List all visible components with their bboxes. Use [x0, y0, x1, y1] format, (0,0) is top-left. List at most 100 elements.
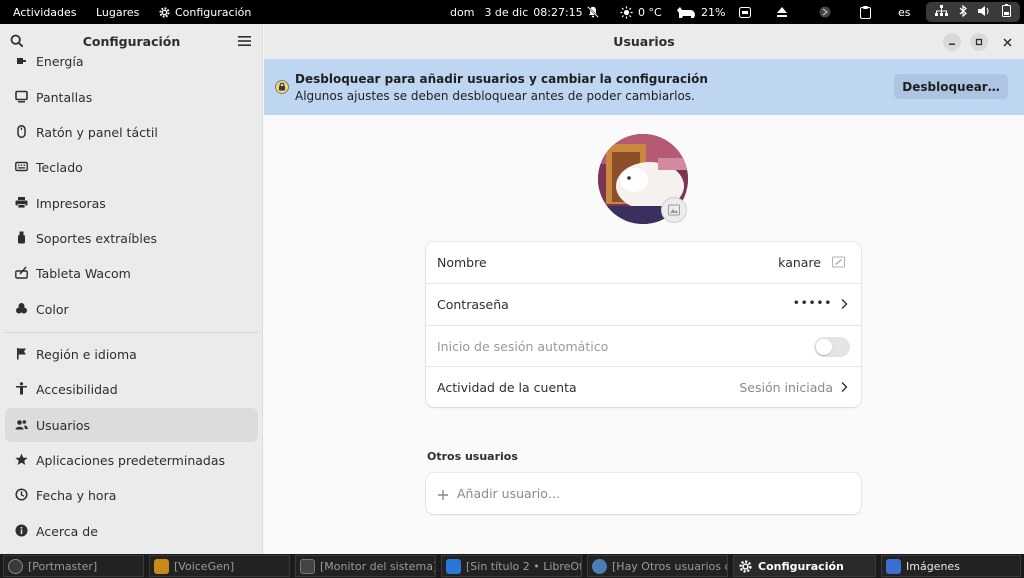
- network-icon: [935, 4, 949, 20]
- password-label: Contraseña: [437, 297, 509, 312]
- sidebar-item-soportes[interactable]: Soportes extraíbles: [5, 221, 258, 255]
- sidebar-item-usuarios[interactable]: Usuarios: [5, 408, 258, 442]
- sidebar-item-acerca[interactable]: Acerca de: [5, 514, 258, 548]
- account-activity-value: Sesión iniciada: [739, 380, 833, 395]
- minimize-icon[interactable]: [943, 33, 961, 51]
- sidebar-item-region[interactable]: Región e idioma: [5, 337, 258, 371]
- activities-button[interactable]: Actividades: [13, 0, 77, 24]
- name-row[interactable]: Nombre kanare: [426, 242, 861, 283]
- lock-icon: [275, 79, 289, 94]
- sidebar-item-label: Pantallas: [36, 89, 93, 105]
- browser-icon: [592, 559, 607, 574]
- sidebar-item-impresoras[interactable]: Impresoras: [5, 186, 258, 220]
- screenshot-icon[interactable]: [739, 0, 751, 24]
- password-row[interactable]: Contraseña •••••: [426, 284, 861, 325]
- task-label: [Monitor del sistema]: [320, 559, 436, 573]
- add-user-label: Añadir usuario…: [457, 486, 561, 501]
- sidebar-item-label: Teclado: [36, 159, 83, 175]
- eject-icon[interactable]: [776, 0, 788, 24]
- task-portmaster[interactable]: [Portmaster]: [3, 555, 144, 577]
- sidebar-item-label: Impresoras: [36, 195, 106, 211]
- sidebar-item-color[interactable]: Color: [5, 292, 258, 326]
- task-label: [Hay Otros usuarios c…: [612, 559, 727, 573]
- star-icon: [15, 453, 28, 466]
- sidebar-item-raton[interactable]: Ratón y panel táctil: [5, 115, 258, 149]
- extension-icon[interactable]: [819, 0, 831, 24]
- settings-window: Configuración Energía Pantallas Ratón y …: [0, 24, 1024, 554]
- display-icon: [15, 90, 28, 103]
- page-title: Usuarios: [613, 34, 675, 49]
- edit-avatar-icon[interactable]: [661, 197, 687, 223]
- clipboard-icon[interactable]: [860, 0, 871, 24]
- sidebar-item-label: Acerca de: [36, 523, 98, 539]
- users-icon: [15, 418, 28, 431]
- sidebar-item-wacom[interactable]: Tableta Wacom: [5, 256, 258, 290]
- sidebar-separator: [5, 332, 258, 333]
- task-browser[interactable]: [Hay Otros usuarios c…: [587, 555, 728, 577]
- keyboard-icon: [15, 160, 28, 173]
- sidebar-item-label: Energía: [36, 53, 84, 69]
- accessibility-icon: [15, 382, 28, 395]
- task-settings[interactable]: Configuración: [733, 555, 876, 577]
- users-panel: Usuarios Desbloquear para añadir usuario…: [264, 24, 1024, 554]
- clock-date: 3 de dic: [484, 5, 529, 19]
- portmaster-icon: [8, 559, 23, 574]
- account-activity-label: Actividad de la cuenta: [437, 380, 577, 395]
- top-bar: Actividades Lugares Configuración dom 3 …: [0, 0, 1024, 24]
- clock-day: dom: [450, 5, 475, 19]
- autologin-switch[interactable]: [814, 337, 850, 357]
- clock[interactable]: dom 3 de dic 08:27:15: [450, 0, 583, 24]
- sidebar-item-energia[interactable]: Energía: [5, 44, 258, 78]
- chevron-right-icon: [840, 381, 848, 393]
- autologin-row: Inicio de sesión automático: [426, 326, 861, 367]
- task-images[interactable]: Imágenes: [881, 555, 1021, 577]
- sidebar-item-teclado[interactable]: Teclado: [5, 150, 258, 184]
- sidebar-item-label: Tableta Wacom: [36, 265, 131, 281]
- autologin-label: Inicio de sesión automático: [437, 339, 609, 354]
- sidebar-item-label: Soportes extraíbles: [36, 230, 158, 246]
- sidebar-item-label: Ratón y panel táctil: [36, 124, 158, 140]
- voicegen-icon: [154, 559, 169, 574]
- banner-subtitle: Algunos ajustes se deben desbloquear ant…: [295, 89, 695, 103]
- app-menu-label: Configuración: [175, 5, 252, 19]
- places-menu[interactable]: Lugares: [96, 0, 139, 24]
- task-label: [Sin título 2 • LibreOf…: [466, 559, 582, 573]
- system-tray[interactable]: [926, 2, 1020, 22]
- sidebar-item-fecha[interactable]: Fecha y hora: [5, 478, 258, 512]
- plus-icon: [437, 486, 449, 505]
- image-viewer-icon: [886, 559, 901, 574]
- task-label: [VoiceGen]: [174, 559, 235, 573]
- task-voicegen[interactable]: [VoiceGen]: [149, 555, 290, 577]
- sun-icon: [620, 5, 633, 19]
- temperature: 0 °C: [638, 5, 662, 19]
- mouse-icon: [15, 125, 28, 139]
- add-user-row[interactable]: Añadir usuario…: [426, 473, 861, 514]
- task-libreoffice[interactable]: [Sin título 2 • LibreOf…: [441, 555, 582, 577]
- edit-name-icon[interactable]: [832, 256, 845, 271]
- volume-icon: [977, 5, 991, 20]
- battery-indicator[interactable]: 21%: [676, 0, 725, 24]
- keyboard-layout[interactable]: es: [898, 0, 911, 24]
- unlock-button[interactable]: Desbloquear…: [894, 74, 1008, 99]
- task-label: Imágenes: [906, 559, 960, 573]
- color-icon: [15, 302, 28, 315]
- sidebar-item-label: Color: [36, 301, 69, 317]
- battery-icon: [1001, 4, 1011, 20]
- close-icon[interactable]: [998, 33, 1016, 51]
- task-system-monitor[interactable]: [Monitor del sistema]: [295, 555, 436, 577]
- sidebar-item-accesibilidad[interactable]: Accesibilidad: [5, 372, 258, 406]
- sidebar-item-label: Fecha y hora: [36, 487, 117, 503]
- unlock-banner: Desbloquear para añadir usuarios y cambi…: [264, 59, 1024, 115]
- maximize-icon[interactable]: [970, 33, 988, 51]
- app-menu[interactable]: Configuración: [158, 0, 251, 24]
- sidebar-item-label: Accesibilidad: [36, 381, 118, 397]
- libreoffice-writer-icon: [446, 559, 461, 574]
- sidebar: Configuración Energía Pantallas Ratón y …: [0, 24, 263, 554]
- account-activity-row[interactable]: Actividad de la cuenta Sesión iniciada: [426, 367, 861, 408]
- sidebar-item-aplicaciones[interactable]: Aplicaciones predeterminadas: [5, 443, 258, 477]
- notifications-off-icon[interactable]: [587, 0, 599, 24]
- task-label: [Portmaster]: [28, 559, 98, 573]
- system-monitor-icon: [300, 559, 315, 574]
- weather[interactable]: 0 °C: [620, 0, 662, 24]
- sidebar-item-pantallas[interactable]: Pantallas: [5, 80, 258, 114]
